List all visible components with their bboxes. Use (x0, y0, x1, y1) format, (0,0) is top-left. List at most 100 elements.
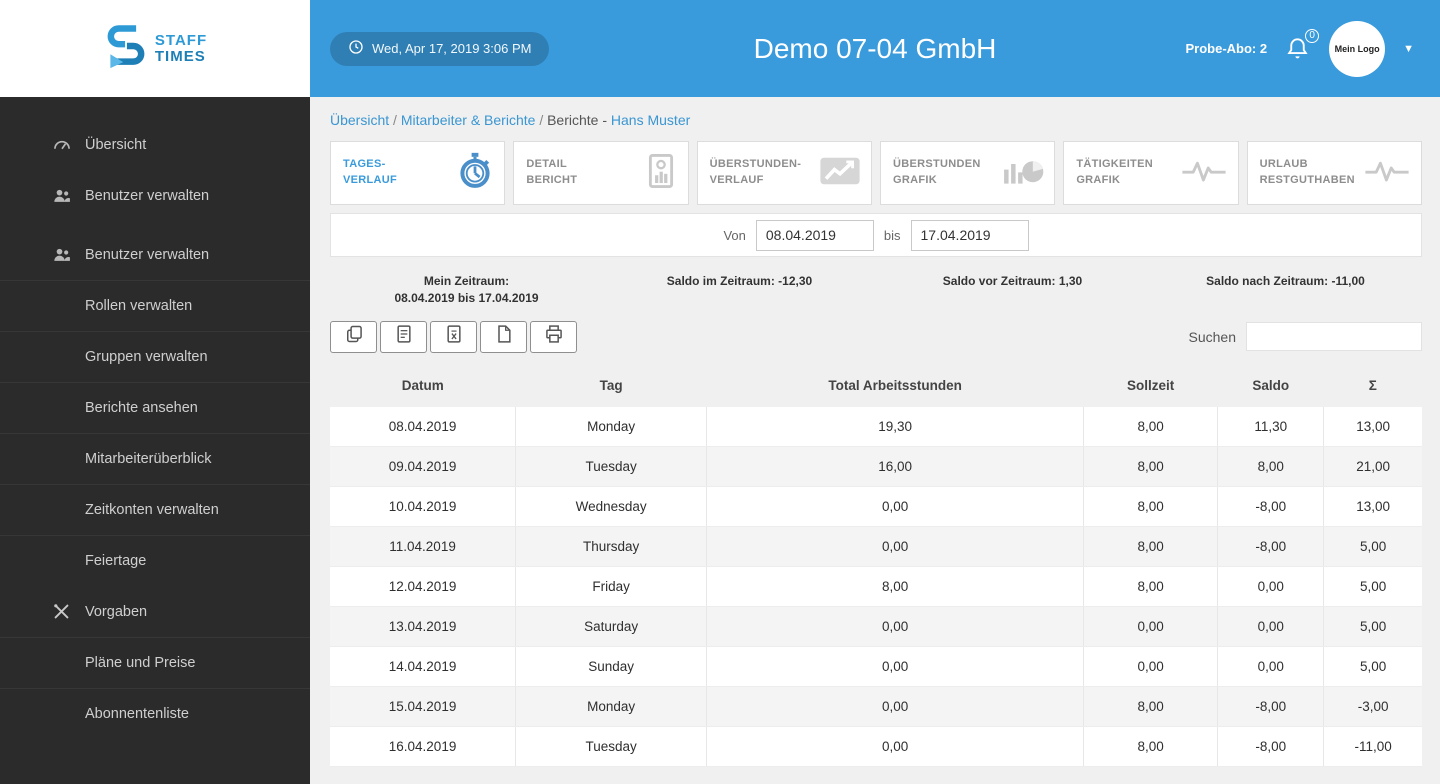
sidebar-item-label: Berichte ansehen (85, 400, 198, 416)
table-cell: 0,00 (1217, 566, 1325, 608)
table-row: 15.04.2019 Monday 0,00 8,00 -8,00 -3,00 (330, 686, 1422, 728)
tab-label-line2: RESTGUTHABEN (1259, 174, 1355, 186)
report-table-body: 08.04.2019 Monday 19,30 8,00 11,30 13,00 09.04… (330, 406, 1422, 768)
summary-zeitraum: Mein Zeitraum: 08.04.2019 bis 17.04.2019 (330, 273, 603, 307)
users-icon (52, 245, 72, 265)
sidebar-item-zeitkonten-verwalten[interactable]: Zeitkonten verwalten (0, 484, 310, 535)
date-to-input[interactable] (910, 219, 1029, 251)
column-header-sum[interactable]: Σ (1324, 365, 1422, 407)
sidebar-item-uebersicht[interactable]: Übersicht (0, 119, 310, 170)
sidebar-item-gruppen-verwalten[interactable]: Gruppen verwalten (0, 331, 310, 382)
avatar[interactable]: Mein Logo (1329, 20, 1386, 77)
summary-row: Mein Zeitraum: 08.04.2019 bis 17.04.2019… (330, 273, 1422, 307)
breadcrumb-link-mitarbeiter-berichte[interactable]: Mitarbeiter & Berichte (401, 112, 536, 128)
search-input[interactable] (1246, 322, 1422, 352)
document-chart-icon (644, 152, 678, 195)
table-cell: -11,00 (1323, 726, 1422, 768)
table-row: 08.04.2019 Monday 19,30 8,00 11,30 13,00 (330, 406, 1422, 448)
tab-taetigkeiten-grafik[interactable]: TÄTIGKEITEN GRAFIK (1063, 141, 1239, 205)
tab-ueberstunden-grafik[interactable]: ÜBERSTUNDEN GRAFIK (879, 141, 1056, 205)
sidebar-item-abonnentenliste[interactable]: Abonnentenliste (0, 688, 310, 739)
bis-label: bis (883, 227, 901, 243)
summary-zeitraum-label: Mein Zeitraum: (423, 274, 510, 288)
column-header-tag[interactable]: Tag (516, 365, 707, 407)
table-cell: 0,00 (1083, 646, 1219, 688)
tab-label-line2: VERLAUF (343, 174, 398, 186)
excel-export-button[interactable] (430, 320, 477, 353)
brand-logo: STAFF TIMES (0, 0, 310, 97)
table-cell: 16,00 (706, 446, 1084, 488)
staff-times-logo-icon (103, 22, 149, 75)
dashboard-icon (52, 135, 72, 155)
table-cell: 5,00 (1323, 646, 1422, 688)
table-cell: Wednesday (515, 486, 708, 528)
sidebar-item-vorgaben[interactable]: Vorgaben (0, 586, 310, 637)
app-root: STAFF TIMES Wed, Apr 17, 2019 3:06 PM De… (0, 0, 1440, 784)
column-header-datum[interactable]: Datum (330, 365, 516, 407)
column-header-sollzeit[interactable]: Sollzeit (1083, 365, 1217, 407)
sidebar-item-feiertage[interactable]: Feiertage (0, 535, 310, 586)
table-row: 13.04.2019 Saturday 0,00 0,00 0,00 5,00 (330, 606, 1422, 648)
breadcrumb-person[interactable]: Hans Muster (611, 112, 690, 128)
document-icon (394, 324, 414, 349)
tab-label-line2: VERLAUF (709, 174, 764, 186)
table-cell: 0,00 (706, 486, 1084, 528)
column-header-total-arbeitsstunden[interactable]: Total Arbeitsstunden (707, 365, 1084, 407)
table-cell: 8,00 (1083, 566, 1219, 608)
sidebar-item-rollen-verwalten[interactable]: Rollen verwalten (0, 280, 310, 331)
tab-urlaub-restguthaben[interactable]: URLAUB RESTGUTHABEN (1246, 141, 1422, 205)
report-tabs: TAGES- VERLAUF DETAIL BERICHT ÜBERSTUNDE… (330, 141, 1422, 205)
table-cell: 21,00 (1323, 446, 1422, 488)
date-from-input[interactable] (755, 219, 874, 251)
table-cell: 11,30 (1217, 406, 1325, 448)
sidebar-item-mitarbeiterueberblick[interactable]: Mitarbeiterüberblick (0, 433, 310, 484)
sidebar-item-label: Gruppen verwalten (85, 349, 208, 365)
sidebar-item-plaene-und-preise[interactable]: Pläne und Preise (0, 637, 310, 688)
column-header-saldo[interactable]: Saldo (1218, 365, 1324, 407)
csv-export-button[interactable] (380, 320, 427, 353)
table-cell: 8,00 (706, 566, 1084, 608)
breadcrumb: Übersicht / Mitarbeiter & Berichte / Ber… (330, 97, 1422, 141)
table-cell: -8,00 (1217, 686, 1325, 728)
chevron-down-icon[interactable]: ▼ (1403, 43, 1414, 55)
tab-label-line2: GRAFIK (892, 174, 937, 186)
sidebar-item-label: Zeitkonten verwalten (85, 502, 219, 518)
tab-label: TÄTIGKEITEN GRAFIK (1076, 157, 1153, 189)
table-cell: 10.04.2019 (330, 486, 517, 528)
sidebar-item-label: Mitarbeiterüberblick (85, 451, 212, 467)
tab-detail-bericht[interactable]: DETAIL BERICHT (513, 141, 689, 205)
subscription-label: Probe-Abo: 2 (1185, 41, 1268, 56)
table-cell: 0,00 (1217, 606, 1325, 648)
sidebar-item-benutzer-verwalten-1[interactable]: Benutzer verwalten (0, 170, 310, 221)
table-cell: 8,00 (1083, 526, 1219, 568)
notifications-bell-icon[interactable]: 0 (1285, 28, 1320, 62)
copy-button[interactable] (330, 320, 377, 353)
table-cell: 13,00 (1323, 486, 1422, 528)
table-cell: Friday (515, 566, 708, 608)
table-row: 16.04.2019 Tuesday 0,00 8,00 -8,00 -11,00 (330, 726, 1422, 768)
summary-zeitraum-value: 08.04.2019 bis 17.04.2019 (394, 290, 539, 305)
pdf-export-button[interactable] (480, 320, 527, 353)
table-cell: 19,30 (706, 406, 1084, 448)
table-cell: 13.04.2019 (330, 606, 517, 648)
pulse-line-icon (1180, 155, 1228, 192)
table-cell: Monday (515, 686, 708, 728)
tab-label: ÜBERSTUNDEN GRAFIK (893, 157, 981, 189)
tab-tagesverlauf[interactable]: TAGES- VERLAUF (330, 141, 506, 205)
sidebar-item-berichte-ansehen[interactable]: Berichte ansehen (0, 382, 310, 433)
summary-saldo-im-zeitraum: Saldo im Zeitraum: -12,30 (666, 274, 813, 288)
tab-label: ÜBERSTUNDEN- VERLAUF (710, 157, 802, 189)
sidebar-item-label: Pläne und Preise (85, 655, 196, 671)
table-cell: Thursday (515, 526, 708, 568)
clock-icon (348, 39, 364, 58)
sidebar-nav: Übersicht Benutzer verwalten Benutzer ve… (0, 97, 310, 784)
tab-ueberstunden-verlauf[interactable]: ÜBERSTUNDEN- VERLAUF (696, 141, 872, 205)
printer-icon (544, 324, 564, 349)
brand-name: STAFF TIMES (154, 32, 207, 65)
sidebar-item-benutzer-verwalten-2[interactable]: Benutzer verwalten (0, 229, 310, 280)
breadcrumb-link-uebersicht[interactable]: Übersicht (330, 112, 389, 128)
print-button[interactable] (530, 320, 577, 353)
brand-name-line2: TIMES (154, 47, 206, 65)
table-cell: 08.04.2019 (330, 406, 517, 448)
table-cell: 5,00 (1323, 566, 1422, 608)
